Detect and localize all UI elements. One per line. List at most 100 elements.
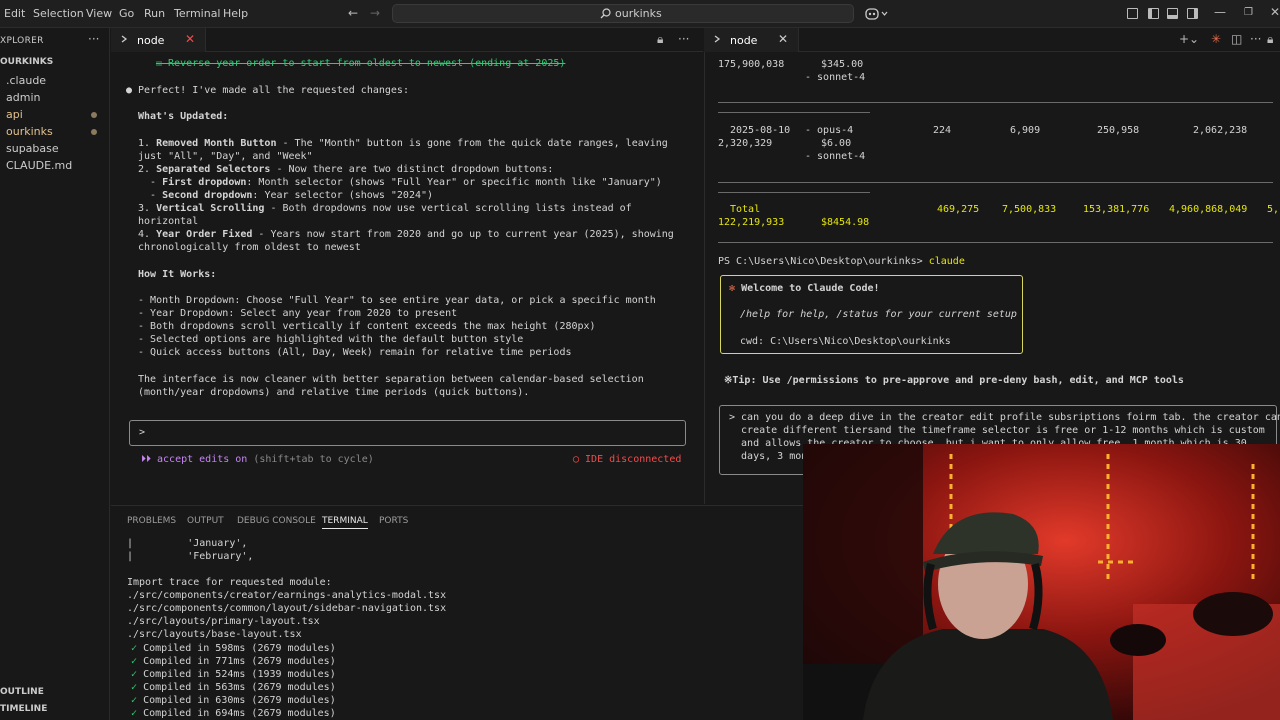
- how-item: - Month Dropdown: Choose "Full Year" to …: [138, 295, 656, 306]
- menu-selection[interactable]: Selection: [33, 7, 84, 20]
- how-item: - Quick access buttons (All, Day, Week) …: [138, 347, 572, 358]
- menu-terminal[interactable]: Terminal: [174, 7, 221, 20]
- check-icon: ✓: [131, 643, 138, 654]
- terminal-line: ./src/components/common/layout/sidebar-n…: [127, 603, 447, 614]
- copilot-icon[interactable]: [865, 6, 889, 22]
- tree-item-admin[interactable]: admin: [6, 91, 40, 104]
- terminal-line: ./src/layouts/primary-layout.tsx: [127, 616, 320, 627]
- tree-item-ourkinks[interactable]: ourkinks: [6, 125, 53, 138]
- toggle-panel-icon[interactable]: [1167, 8, 1178, 19]
- total-cost: $8454.98: [821, 217, 870, 228]
- timeline-section[interactable]: TIMELINE: [0, 704, 47, 714]
- compiled-line: ✓ Compiled in 630ms (2679 modules): [131, 695, 336, 706]
- tab-debug-console[interactable]: DEBUG CONSOLE: [237, 516, 316, 526]
- table-cell: $345.00: [821, 59, 864, 70]
- tab-terminal[interactable]: TERMINAL: [322, 516, 368, 529]
- command-center-search[interactable]: ourkinks: [392, 4, 854, 23]
- tab-ports[interactable]: PORTS: [379, 516, 408, 526]
- outline-section[interactable]: OUTLINE: [0, 687, 44, 697]
- terminal-icon: [121, 35, 128, 43]
- table-cell-input: 224: [933, 125, 952, 136]
- search-icon: [600, 8, 611, 19]
- tab-node-left[interactable]: node ✕: [111, 28, 206, 52]
- tree-item-claude-md[interactable]: CLAUDE.md: [6, 159, 72, 172]
- how-item: - Both dropdowns scroll vertically if co…: [138, 321, 596, 332]
- input-line: days, 3 mon: [729, 451, 808, 462]
- terminal-line: Import trace for requested module:: [127, 577, 332, 588]
- how-item: - Selected options are highlighted with …: [138, 334, 524, 345]
- tab-output[interactable]: OUTPUT: [187, 516, 224, 526]
- toggle-secondary-sidebar-icon[interactable]: [1187, 8, 1198, 19]
- more-actions-icon[interactable]: ···: [678, 32, 689, 46]
- compiled-line: ✓ Compiled in 563ms (2679 modules): [131, 682, 336, 693]
- webcam-feed-image: [803, 444, 1280, 720]
- split-editor-icon[interactable]: ◫: [1231, 32, 1242, 46]
- update-item-cont: horizontal: [138, 216, 199, 227]
- update-item: 4. Year Order Fixed - Years now start fr…: [138, 229, 674, 240]
- tab-problems[interactable]: PROBLEMS: [127, 516, 176, 526]
- tree-item-api[interactable]: api: [6, 108, 23, 121]
- menu-run[interactable]: Run: [144, 7, 165, 20]
- toggle-sidebar-icon[interactable]: [1148, 8, 1159, 19]
- ide-status: ◯ IDE disconnected: [573, 454, 682, 465]
- update-item-cont: chronologically from oldest to newest: [138, 242, 361, 253]
- restore-icon[interactable]: ❐: [1244, 7, 1253, 18]
- check-icon: ✓: [131, 695, 138, 706]
- title-bar: Edit Selection View Go Run Terminal Help…: [0, 0, 1280, 28]
- menu-help[interactable]: Help: [223, 7, 248, 20]
- update-item: 1. Removed Month Button - The "Month" bu…: [138, 138, 668, 149]
- welcome-title: ✻ Welcome to Claude Code!: [729, 283, 880, 294]
- check-icon: ✓: [131, 669, 138, 680]
- table-cell: - sonnet-4: [805, 72, 866, 83]
- tree-item-supabase[interactable]: supabase: [6, 142, 59, 155]
- update-item: 2. Separated Selectors - Now there are t…: [138, 164, 554, 175]
- claude-prompt-input[interactable]: >: [129, 420, 686, 446]
- more-actions-icon[interactable]: ···: [88, 32, 99, 46]
- powershell-prompt: PS C:\Users\Nico\Desktop\ourkinks> claud…: [718, 256, 965, 267]
- project-folder[interactable]: OURKINKS: [0, 57, 53, 67]
- more-actions-icon[interactable]: ···: [1250, 32, 1261, 46]
- response-intro: ● Perfect! I've made all the requested c…: [126, 85, 409, 96]
- modified-dot-icon: [91, 112, 97, 118]
- input-line: > can you do a deep dive in the creator …: [729, 412, 1280, 423]
- forward-arrow-icon[interactable]: →: [370, 6, 380, 20]
- how-it-works-heading: How It Works:: [138, 269, 217, 280]
- total-trail: 5,: [1267, 204, 1280, 215]
- close-window-icon[interactable]: ✕: [1270, 5, 1280, 19]
- tree-item-claude[interactable]: .claude: [6, 74, 46, 87]
- update-subitem: - First dropdown: Month selector (shows …: [138, 177, 662, 188]
- new-terminal-icon[interactable]: +⌄: [1179, 32, 1199, 46]
- explorer-sidebar: XPLORER ··· OURKINKS .claude admin api o…: [0, 28, 110, 720]
- compiled-line: ✓ Compiled in 694ms (2679 modules): [131, 708, 336, 719]
- accept-edits-status[interactable]: ⏵⏵ accept edits on (shift+tab to cycle): [141, 454, 374, 465]
- update-subitem: - Second dropdown: Year selector (shows …: [138, 190, 434, 201]
- minimize-icon[interactable]: —: [1214, 5, 1226, 19]
- menu-view[interactable]: View: [86, 7, 112, 20]
- table-cell: 175,900,038: [718, 59, 785, 70]
- summary-line: (month/year dropdowns) and relative time…: [138, 387, 530, 398]
- close-tab-icon[interactable]: ✕: [185, 32, 195, 46]
- webcam-overlay: [803, 444, 1280, 720]
- terminal-line: | 'February',: [127, 551, 254, 562]
- welcome-help: /help for help, /status for your current…: [740, 309, 1017, 320]
- compiled-line: ✓ Compiled in 598ms (2679 modules): [131, 643, 336, 654]
- check-icon: ✓: [131, 682, 138, 693]
- prompt-caret: >: [139, 427, 146, 438]
- tab-node-right[interactable]: node ✕: [704, 28, 799, 52]
- tip-text: ※Tip: Use /permissions to pre-approve an…: [724, 375, 1184, 386]
- compiled-line: ✓ Compiled in 771ms (2679 modules): [131, 656, 336, 667]
- lock-icon[interactable]: 🔒︎: [1267, 32, 1273, 47]
- table-divider: [718, 102, 1273, 103]
- input-line: create different tiersand the timeframe …: [729, 425, 1265, 436]
- table-cell-cache-read: 2,062,238: [1193, 125, 1248, 136]
- terminal-line: ./src/layouts/base-layout.tsx: [127, 629, 302, 640]
- close-tab-icon[interactable]: ✕: [778, 32, 788, 46]
- table-cell-total: 2,320,329: [718, 138, 773, 149]
- back-arrow-icon[interactable]: ←: [348, 6, 358, 20]
- claude-icon[interactable]: ✳: [1211, 32, 1221, 46]
- menu-go[interactable]: Go: [119, 7, 134, 20]
- customize-layout-icon[interactable]: [1127, 8, 1138, 19]
- total-output: 7,500,833: [1002, 204, 1057, 215]
- menu-edit[interactable]: Edit: [4, 7, 25, 20]
- lock-icon[interactable]: 🔒︎: [657, 32, 663, 47]
